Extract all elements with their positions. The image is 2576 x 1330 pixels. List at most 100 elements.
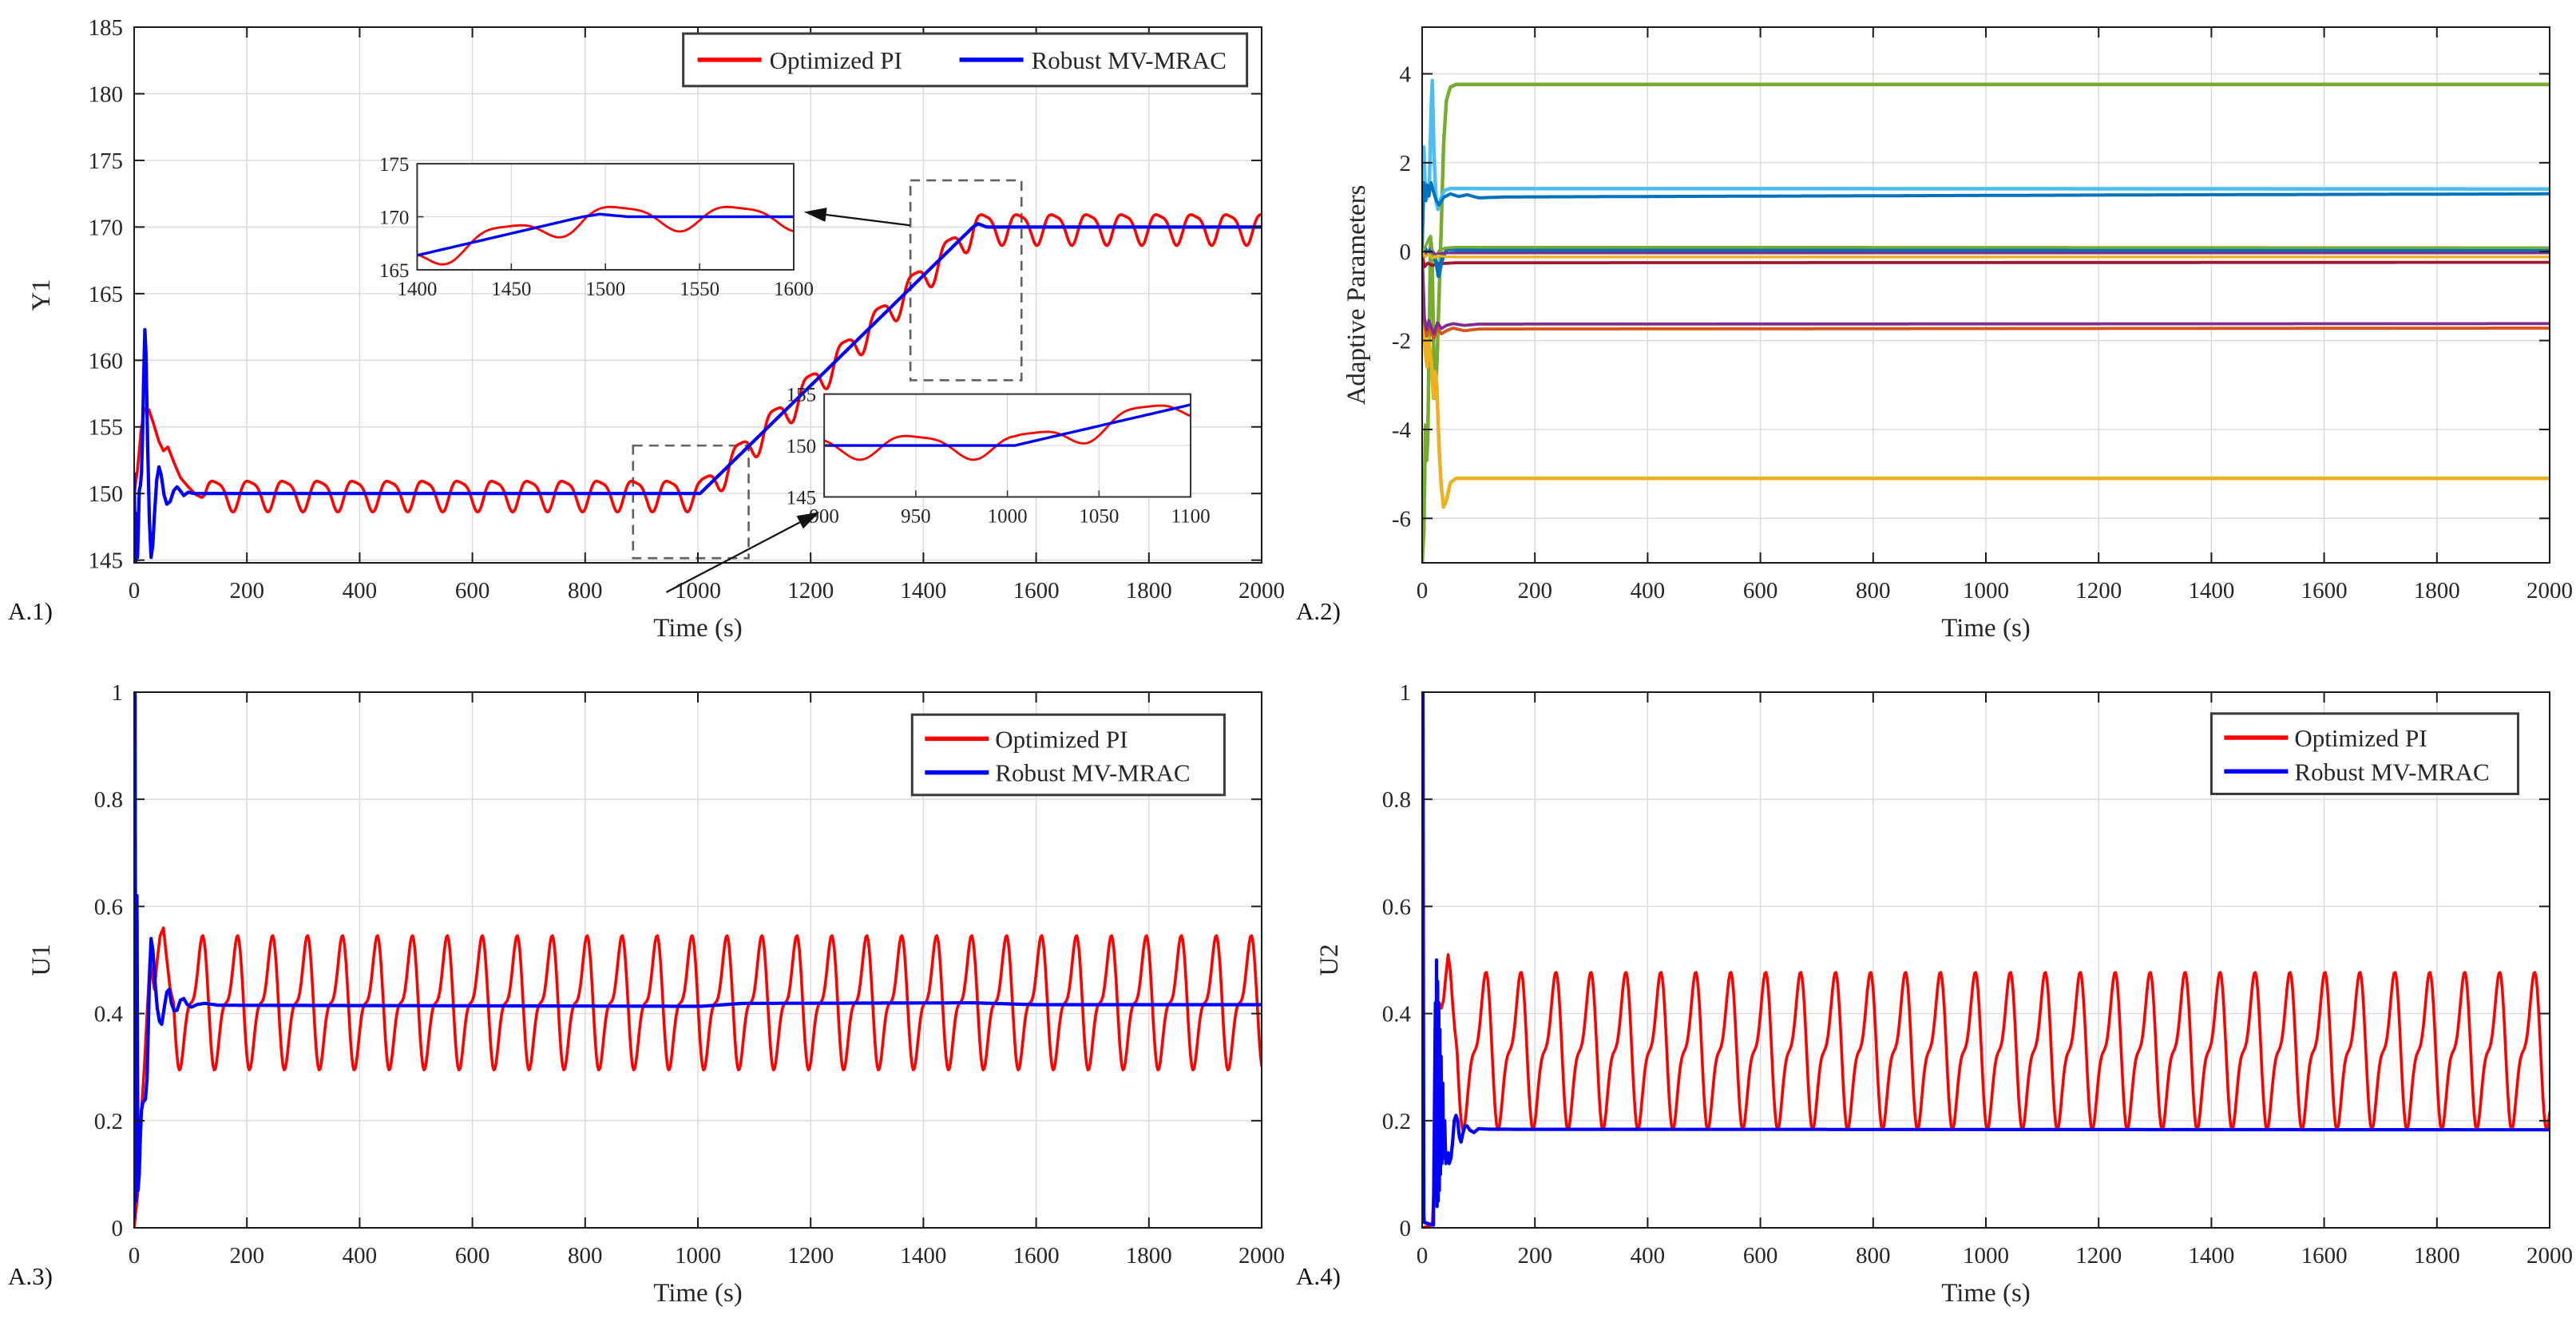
inset-zoom-1: 14001450150015501600165170175	[379, 154, 814, 300]
y-tick-label: -6	[1392, 506, 1411, 532]
panel-label-a3: A.3)	[8, 1262, 53, 1291]
panel-u1-control: 020040060080010001200140016001800200000.…	[0, 665, 1288, 1330]
x-tick-label: 600	[1743, 578, 1778, 604]
svg-text:1000: 1000	[988, 505, 1028, 527]
x-tick-label: 1200	[2075, 1243, 2122, 1269]
svg-text:950: 950	[901, 505, 931, 527]
y-tick-label: 0.8	[1382, 787, 1411, 813]
svg-text:155: 155	[787, 385, 817, 406]
x-tick-label: 800	[1856, 1243, 1891, 1269]
legend: Optimized PI Robust MV-MRAC	[2211, 714, 2518, 794]
y-tick-label: 0	[1400, 1216, 1412, 1241]
x-tick-label: 1600	[2301, 578, 2348, 604]
x-tick-label: 0	[1417, 1243, 1429, 1269]
panel-label-a4: A.4)	[1296, 1262, 1341, 1291]
chart-canvas-u1: 020040060080010001200140016001800200000.…	[0, 665, 1288, 1330]
panel-adaptive-parameters: 0200400600800100012001400160018002000-6-…	[1288, 0, 2576, 665]
x-tick-label: 800	[568, 1243, 603, 1269]
x-tick-label: 1200	[787, 578, 834, 604]
y-tick-label: 175	[89, 148, 124, 174]
y-tick-label: -4	[1392, 418, 1412, 443]
x-tick-label: 1800	[2414, 1243, 2460, 1269]
svg-text:1400: 1400	[397, 279, 437, 300]
legend-item-label: Robust MV-MRAC	[1032, 46, 1227, 74]
x-tick-label: 200	[1517, 1243, 1552, 1269]
chart-canvas-u2: 0 200 400 600 800 1000 1200 1400 1600 1800 2000 0 0.…	[1288, 665, 2576, 1330]
x-tick-label: 200	[1517, 578, 1552, 604]
y-axis-label: U2	[1315, 944, 1344, 976]
y-tick-label: 160	[89, 348, 124, 374]
x-tick-label: 0	[129, 1243, 141, 1269]
x-tick-label: 1800	[1126, 578, 1172, 604]
x-tick-label: 1400	[900, 1243, 946, 1269]
y-tick-label: 0.4	[94, 1002, 124, 1027]
inset-zoom-2: 900950100010501100145150155	[787, 385, 1211, 528]
x-tick-label: 0	[1417, 578, 1429, 604]
legend-item-label: Optimized PI	[2294, 724, 2427, 752]
x-tick-label: 800	[568, 578, 603, 604]
chart-canvas-adaptive-parameters: 0200400600800100012001400160018002000-6-…	[1288, 0, 2576, 665]
y-tick-label: 155	[89, 415, 124, 441]
svg-text:1450: 1450	[491, 279, 531, 300]
figure-root: 0200400600800100012001400160018002000145…	[0, 0, 2576, 1330]
y-tick-label: 170	[89, 215, 124, 240]
axes-box: 0200400600800100012001400160018002000-6-…	[1392, 27, 2573, 604]
svg-text:165: 165	[379, 260, 410, 282]
x-tick-label: 1600	[1013, 1243, 1060, 1269]
y-tick-label: 2	[1400, 151, 1412, 176]
x-axis-label: Time (s)	[1941, 614, 2031, 643]
y-tick-label: 165	[89, 282, 124, 307]
y-tick-label: 0.6	[94, 894, 123, 920]
x-tick-label: 1400	[2188, 1243, 2234, 1269]
y-axis-label: U1	[27, 944, 56, 976]
panel-y1-response: 0200400600800100012001400160018002000145…	[0, 0, 1288, 665]
x-tick-label: 200	[229, 1243, 264, 1269]
legend-item-label: Robust MV-MRAC	[995, 759, 1190, 787]
y-tick-label: 180	[89, 81, 124, 107]
svg-text:175: 175	[379, 154, 410, 176]
svg-text:150: 150	[787, 436, 817, 457]
x-tick-label: 600	[1743, 1243, 1778, 1269]
x-tick-label: 1600	[2301, 1243, 2348, 1269]
y-tick-label: 145	[89, 548, 124, 574]
x-tick-label: 2000	[2526, 578, 2573, 604]
panel-label-a1: A.1)	[8, 597, 53, 626]
legend-item-label: Optimized PI	[995, 725, 1127, 753]
y-tick-label: 0.2	[94, 1109, 123, 1134]
svg-text:145: 145	[787, 487, 817, 509]
x-tick-label: 1000	[1963, 1243, 2009, 1269]
y-tick-label: 0	[112, 1216, 124, 1241]
svg-text:1050: 1050	[1079, 505, 1119, 527]
x-tick-label: 2000	[1238, 1243, 1285, 1269]
x-tick-label: 1000	[675, 1243, 721, 1269]
x-tick-label: 400	[1631, 1243, 1665, 1269]
x-tick-label: 400	[343, 578, 378, 604]
panel-label-a2: A.2)	[1296, 597, 1341, 626]
y-tick-label: 1	[112, 680, 124, 706]
chart-canvas-y1: 0200400600800100012001400160018002000145…	[0, 0, 1288, 665]
x-tick-label: 2000	[1238, 578, 1285, 604]
x-tick-label: 400	[343, 1243, 378, 1269]
x-tick-label: 1800	[1126, 1243, 1172, 1269]
y-tick-label: -2	[1392, 329, 1411, 354]
legend-item-label: Robust MV-MRAC	[2294, 758, 2489, 786]
x-tick-label: 400	[1631, 578, 1665, 604]
grid-lines	[1422, 27, 2550, 563]
x-tick-label: 600	[455, 578, 490, 604]
x-tick-label: 1200	[787, 1243, 834, 1269]
x-tick-label: 1400	[2188, 578, 2234, 604]
x-tick-label: 1600	[1013, 578, 1060, 604]
y-tick-label: 185	[89, 15, 124, 41]
x-tick-label: 1000	[1963, 578, 2009, 604]
callout-arrow-1	[804, 208, 910, 225]
x-tick-label: 200	[229, 578, 264, 604]
x-axis-label: Time (s)	[653, 614, 743, 643]
y-tick-label: 0	[1400, 239, 1412, 265]
y-tick-label: 0.6	[1382, 894, 1411, 920]
x-tick-label: 2000	[2526, 1243, 2573, 1269]
x-axis-label: Time (s)	[1941, 1279, 2031, 1308]
y-axis-label: Y1	[27, 279, 56, 311]
x-tick-label: 1800	[2414, 578, 2460, 604]
x-tick-label: 1400	[900, 578, 946, 604]
svg-text:1100: 1100	[1171, 505, 1211, 527]
